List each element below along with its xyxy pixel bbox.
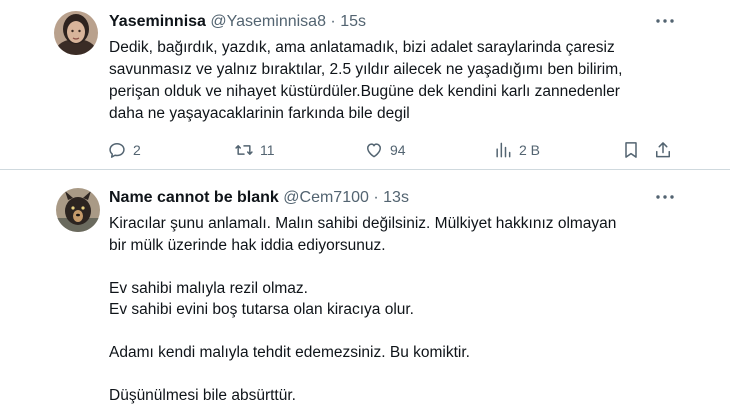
- paragraph-break: [109, 321, 670, 343]
- reply-icon: [109, 143, 125, 158]
- tweet-actions: 2 11 94 2 B: [107, 139, 672, 161]
- more-icon[interactable]: [656, 188, 674, 206]
- tweet-text-line: Ev sahibi evini boş tutarsa olan kiracıy…: [109, 301, 414, 318]
- tweet[interactable]: Name cannot be blank @Cem7100 · 13s Kira…: [0, 170, 730, 420]
- paragraph-break: [109, 364, 670, 386]
- tweet-text: Dedik, bağırdık, yazdık, ama anlatamadık…: [109, 37, 670, 125]
- bookmark-icon: [625, 142, 637, 158]
- views-count: 2 B: [519, 142, 541, 158]
- reply-button[interactable]: 2: [107, 139, 141, 161]
- like-button[interactable]: 94: [364, 139, 406, 161]
- views-button[interactable]: 2 B: [493, 139, 540, 161]
- tweet-text-line: Düşünülmesi bile absürttür.: [109, 387, 296, 404]
- separator: ·: [373, 189, 379, 206]
- paragraph-break: [109, 256, 670, 278]
- tweet-text-line: Adamı kendi malıyla tehdit edemezsiniz. …: [109, 344, 470, 361]
- more-icon[interactable]: [656, 12, 674, 30]
- tweet-header: Name cannot be blank @Cem7100 · 13s: [109, 188, 670, 208]
- tweet[interactable]: Yaseminnisa @Yaseminnisa8 · 15s Dedik, b…: [0, 0, 730, 170]
- retweet-button[interactable]: 11: [234, 139, 275, 161]
- timestamp[interactable]: 15s: [340, 13, 366, 30]
- tweet-text: Kiracılar şunu anlamalı. Malın sahibi de…: [109, 213, 670, 407]
- bookmark-button[interactable]: [621, 139, 641, 161]
- like-count: 94: [390, 142, 406, 158]
- tweet-text-line: daha ne yaşayacaklarinin farkında bile d…: [109, 105, 410, 122]
- like-icon: [367, 143, 381, 158]
- avatar[interactable]: [54, 11, 98, 55]
- user-handle[interactable]: @Yaseminnisa8: [210, 13, 326, 30]
- display-name[interactable]: Yaseminnisa: [109, 13, 206, 30]
- avatar[interactable]: [56, 188, 100, 232]
- retweet-icon: [235, 145, 253, 155]
- retweet-count: 11: [260, 142, 275, 158]
- tweet-text-line: bir mülk üzerinde hak iddia ediyorsunuz.: [109, 236, 386, 254]
- reply-count: 2: [133, 142, 141, 158]
- tweet-text-line: Dedik, bağırdık, yazdık, ama anlatamadık…: [109, 39, 615, 56]
- timestamp[interactable]: 13s: [383, 189, 409, 206]
- separator: ·: [330, 13, 336, 30]
- display-name[interactable]: Name cannot be blank: [109, 189, 279, 206]
- views-icon: [496, 142, 511, 158]
- share-button[interactable]: [653, 139, 673, 161]
- tweet-text-line: Ev sahibi malıyla rezil olmaz.: [109, 279, 308, 297]
- user-handle[interactable]: @Cem7100: [283, 189, 369, 206]
- tweet-text-line: Kiracılar şunu anlamalı. Malın sahibi de…: [109, 215, 617, 232]
- share-icon: [656, 142, 670, 158]
- tweet-header: Yaseminnisa @Yaseminnisa8 · 15s: [109, 12, 670, 32]
- tweet-text-line: perişan olduk ve nihayet küstürdüler.Bug…: [109, 83, 620, 100]
- tweet-text-line: savunmasız ve yalnız bıraktılar, 2.5 yıl…: [109, 61, 623, 78]
